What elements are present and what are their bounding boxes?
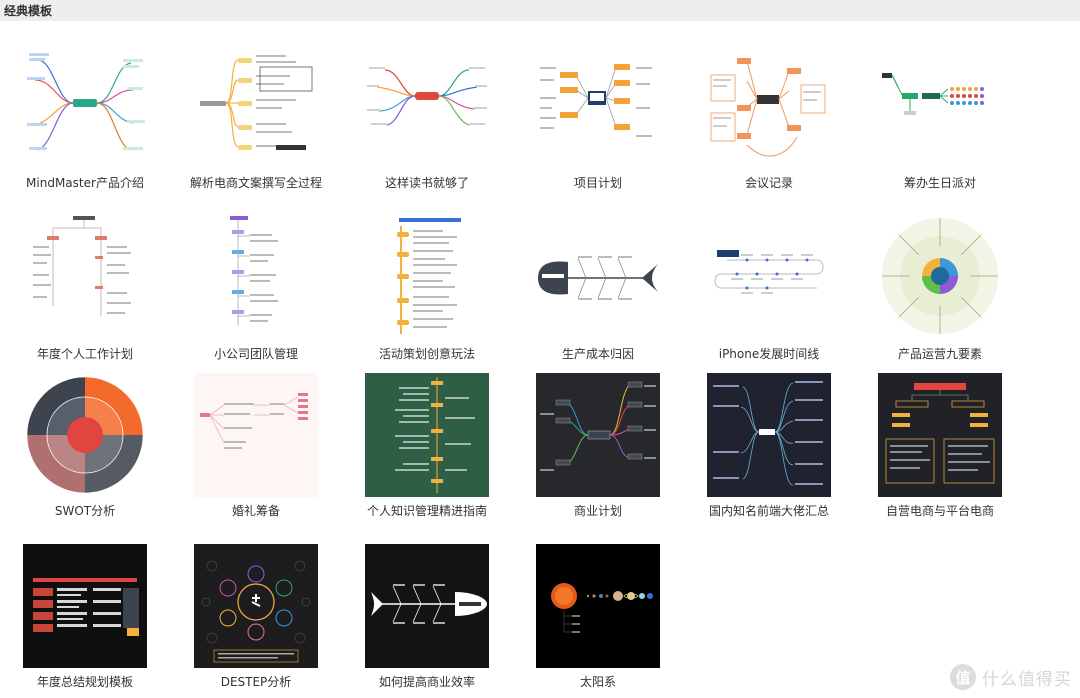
- radial-chart-icon: [878, 216, 1002, 340]
- template-gallery-page: 经典模板 MindMaster产品介绍 解析电商文案撰写全过程 这样读书就够了 …: [0, 0, 1080, 698]
- mindmap-green-icon: [878, 45, 1002, 169]
- template-label: DESTEP分析: [220, 675, 292, 689]
- template-thumbnail: [365, 216, 489, 340]
- bubble-map-dark-icon: [194, 544, 318, 668]
- template-card-ecommerce-compare[interactable]: 自营电商与平台电商: [878, 373, 1002, 533]
- template-label: SWOT分析: [54, 504, 116, 518]
- template-thumbnail: [536, 45, 660, 169]
- template-card-business-efficiency[interactable]: 如何提高商业效率: [365, 544, 489, 698]
- template-thumbnail: [23, 544, 147, 668]
- mindmap-pink-icon: [194, 373, 318, 497]
- template-label: 太阳系: [579, 675, 616, 689]
- section-title: 经典模板: [4, 4, 53, 18]
- template-card-solar-system[interactable]: 太阳系: [536, 544, 660, 698]
- template-card-annual-personal-plan[interactable]: 年度个人工作计划: [23, 216, 147, 376]
- template-thumbnail: [23, 216, 147, 340]
- template-card-event-planning[interactable]: 活动策划创意玩法: [365, 216, 489, 376]
- mindmap-navy-icon: [707, 373, 831, 497]
- template-thumbnail: [365, 544, 489, 668]
- template-thumbnail: [536, 216, 660, 340]
- tree-chart-purple-icon: [194, 216, 318, 340]
- template-card-meeting-notes[interactable]: 会议记录: [707, 45, 831, 205]
- template-thumbnail: [23, 45, 147, 169]
- mindmap-colorful-icon: [23, 45, 147, 169]
- section-header: 经典模板: [0, 0, 1080, 21]
- template-thumbnail: [707, 45, 831, 169]
- template-label: 如何提高商业效率: [378, 675, 475, 689]
- template-card-knowledge-mgmt[interactable]: 个人知识管理精进指南: [365, 373, 489, 533]
- template-thumbnail: [878, 216, 1002, 340]
- template-card-reading[interactable]: 这样读书就够了: [365, 45, 489, 205]
- template-label: 年度总结规划模板: [36, 675, 133, 689]
- template-thumbnail: [365, 45, 489, 169]
- template-label: 筹办生日派对: [903, 176, 976, 190]
- template-card-destep[interactable]: DESTEP分析: [194, 544, 318, 698]
- template-thumbnail: [707, 216, 831, 340]
- template-card-wedding[interactable]: 婚礼筹备: [194, 373, 318, 533]
- template-label: 解析电商文案撰写全过程: [189, 176, 322, 190]
- template-label: 会议记录: [744, 176, 793, 190]
- template-card-iphone-timeline[interactable]: iPhone发展时间线: [707, 216, 831, 376]
- template-card-production-cost[interactable]: 生产成本归因: [536, 216, 660, 376]
- template-thumbnail: [194, 45, 318, 169]
- template-label: iPhone发展时间线: [718, 347, 820, 361]
- template-card-swot[interactable]: SWOT分析: [23, 373, 147, 533]
- site-watermark: 值 什么值得买: [950, 664, 1072, 690]
- template-thumbnail: [194, 216, 318, 340]
- template-card-ecommerce-copy[interactable]: 解析电商文案撰写全过程: [190, 45, 322, 205]
- template-label: 小公司团队管理: [213, 347, 298, 361]
- org-chart-dark-icon: [878, 373, 1002, 497]
- template-thumbnail: [194, 544, 318, 668]
- mindmap-green-board-icon: [365, 373, 489, 497]
- template-label: 活动策划创意玩法: [378, 347, 475, 361]
- template-thumbnail: [878, 45, 1002, 169]
- template-label: MindMaster产品介绍: [26, 176, 144, 190]
- template-label: 这样读书就够了: [384, 176, 469, 190]
- template-label: 项目计划: [573, 176, 622, 190]
- fishbone-icon: [536, 216, 660, 340]
- fishbone-dark-icon: [365, 544, 489, 668]
- template-card-business-plan[interactable]: 商业计划: [536, 373, 660, 533]
- template-label: 自营电商与平台电商: [885, 504, 994, 518]
- solar-system-icon: [536, 544, 660, 668]
- table-dark-icon: [23, 544, 147, 668]
- watermark-text: 什么值得买: [982, 669, 1072, 690]
- template-card-birthday-party[interactable]: 筹办生日派对: [878, 45, 1002, 205]
- template-label: 婚礼筹备: [231, 504, 280, 518]
- timeline-yellow-icon: [365, 216, 489, 340]
- swot-circle-icon: [23, 373, 147, 497]
- mindmap-red-icon: [365, 45, 489, 169]
- template-card-team-management[interactable]: 小公司团队管理: [194, 216, 318, 376]
- template-thumbnail: [707, 373, 831, 497]
- template-thumbnail: [536, 544, 660, 668]
- template-thumbnail: [878, 373, 1002, 497]
- template-card-project-plan[interactable]: 项目计划: [536, 45, 660, 205]
- template-card-mindmaster-intro[interactable]: MindMaster产品介绍: [23, 45, 147, 205]
- mindmap-orange-icon: [536, 45, 660, 169]
- template-label: 生产成本归因: [561, 347, 634, 361]
- template-card-product-ops[interactable]: 产品运营九要素: [878, 216, 1002, 376]
- template-thumbnail: [194, 373, 318, 497]
- mindmap-dark-icon: [536, 373, 660, 497]
- tree-chart-icon: [23, 216, 147, 340]
- template-label: 商业计划: [573, 504, 622, 518]
- timeline-icon: [707, 216, 831, 340]
- template-card-annual-summary[interactable]: 年度总结规划模板: [23, 544, 147, 698]
- mindmap-yellow-icon: [194, 45, 318, 169]
- template-thumbnail: [365, 373, 489, 497]
- template-label: 年度个人工作计划: [36, 347, 133, 361]
- template-thumbnail: [23, 373, 147, 497]
- template-thumbnail: [536, 373, 660, 497]
- mindmap-orange-boxes-icon: [707, 45, 831, 169]
- template-label: 产品运营九要素: [897, 347, 982, 361]
- template-label: 国内知名前端大佬汇总: [708, 504, 829, 518]
- template-label: 个人知识管理精进指南: [366, 504, 487, 518]
- watermark-logo-icon: 值: [950, 664, 976, 690]
- template-card-frontend-experts[interactable]: 国内知名前端大佬汇总: [707, 373, 831, 533]
